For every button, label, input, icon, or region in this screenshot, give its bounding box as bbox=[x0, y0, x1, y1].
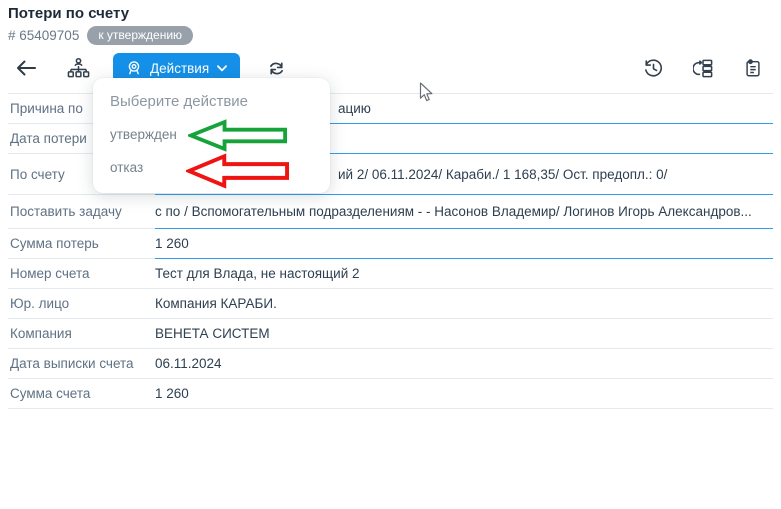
record-id-row: # 65409705 к утверждению bbox=[8, 26, 773, 45]
field-label: Номер счета bbox=[8, 259, 155, 289]
status-badge: к утверждению bbox=[87, 26, 193, 45]
field-label: Сумма счета bbox=[8, 379, 155, 409]
field-label: Компания bbox=[8, 319, 155, 349]
refresh-button[interactable] bbox=[265, 57, 288, 80]
record-id: # 65409705 bbox=[8, 28, 79, 43]
refresh-icon bbox=[267, 59, 286, 78]
history-icon bbox=[643, 58, 664, 79]
hierarchy-button[interactable] bbox=[65, 55, 92, 82]
dropdown-title: Выберите действие bbox=[93, 78, 330, 118]
actions-button-label: Действия bbox=[150, 61, 209, 76]
form-row-loss-sum: Сумма потерь 1 260 bbox=[8, 229, 773, 259]
field-label: Поставить задачу bbox=[8, 195, 155, 229]
field-value: Компания КАРАБИ. bbox=[155, 296, 277, 311]
page-header: Потери по счету # 65409705 к утверждению bbox=[0, 0, 781, 45]
workflow-icon bbox=[693, 58, 714, 79]
form-row-invoice-date: Дата выписки счета 06.11.2024 bbox=[8, 349, 773, 379]
form-row-company: Компания ВЕНЕТА СИСТЕМ bbox=[8, 319, 773, 349]
field-value: ий 2/ 06.11.2024/ Караби./ 1 168,35/ Ост… bbox=[338, 167, 667, 182]
field-value: 1 260 bbox=[155, 236, 189, 251]
field-label: Сумма потерь bbox=[8, 229, 155, 259]
stamp-icon bbox=[126, 60, 142, 76]
field-value: ВЕНЕТА СИСТЕМ bbox=[155, 326, 270, 341]
field-label: Дата выписки счета bbox=[8, 349, 155, 379]
back-button[interactable] bbox=[14, 58, 38, 78]
red-arrow-annotation bbox=[186, 153, 290, 194]
form-row-invoice-number: Номер счета Тест для Влада, не настоящий… bbox=[8, 259, 773, 289]
toolbar-right-icons bbox=[641, 56, 765, 81]
invoice-date-value: 06.11.2024 bbox=[155, 349, 773, 379]
history-button[interactable] bbox=[641, 56, 666, 81]
field-value: 06.11.2024 bbox=[155, 356, 222, 371]
field-label: Юр. лицо bbox=[8, 289, 155, 319]
back-arrow-icon bbox=[16, 60, 36, 76]
loss-sum-field[interactable]: 1 260 bbox=[155, 229, 773, 259]
field-value: 1 260 bbox=[155, 386, 189, 401]
form-row-invoice-sum: Сумма счета 1 260 bbox=[8, 379, 773, 409]
hierarchy-icon bbox=[67, 57, 90, 80]
company-value: ВЕНЕТА СИСТЕМ bbox=[155, 319, 773, 349]
legal-entity-value: Компания КАРАБИ. bbox=[155, 289, 773, 319]
field-value: с по / Вспомогательным подразделениям - … bbox=[155, 204, 752, 219]
green-arrow-annotation bbox=[188, 119, 288, 157]
assign-task-field[interactable]: с по / Вспомогательным подразделениям - … bbox=[155, 195, 773, 229]
note-button[interactable] bbox=[741, 56, 765, 81]
field-value: ацию bbox=[338, 101, 371, 116]
workflow-button[interactable] bbox=[691, 56, 716, 81]
invoice-sum-value: 1 260 bbox=[155, 379, 773, 409]
mouse-cursor-icon bbox=[419, 82, 434, 108]
invoice-number-value: Тест для Влада, не настоящий 2 bbox=[155, 259, 773, 289]
page-title: Потери по счету bbox=[8, 5, 773, 22]
form-row-legal-entity: Юр. лицо Компания КАРАБИ. bbox=[8, 289, 773, 319]
chevron-down-icon bbox=[217, 65, 227, 72]
note-icon bbox=[743, 58, 763, 79]
field-value: Тест для Влада, не настоящий 2 bbox=[155, 266, 360, 281]
form-row-assign-task: Поставить задачу с по / Вспомогательным … bbox=[8, 195, 773, 229]
